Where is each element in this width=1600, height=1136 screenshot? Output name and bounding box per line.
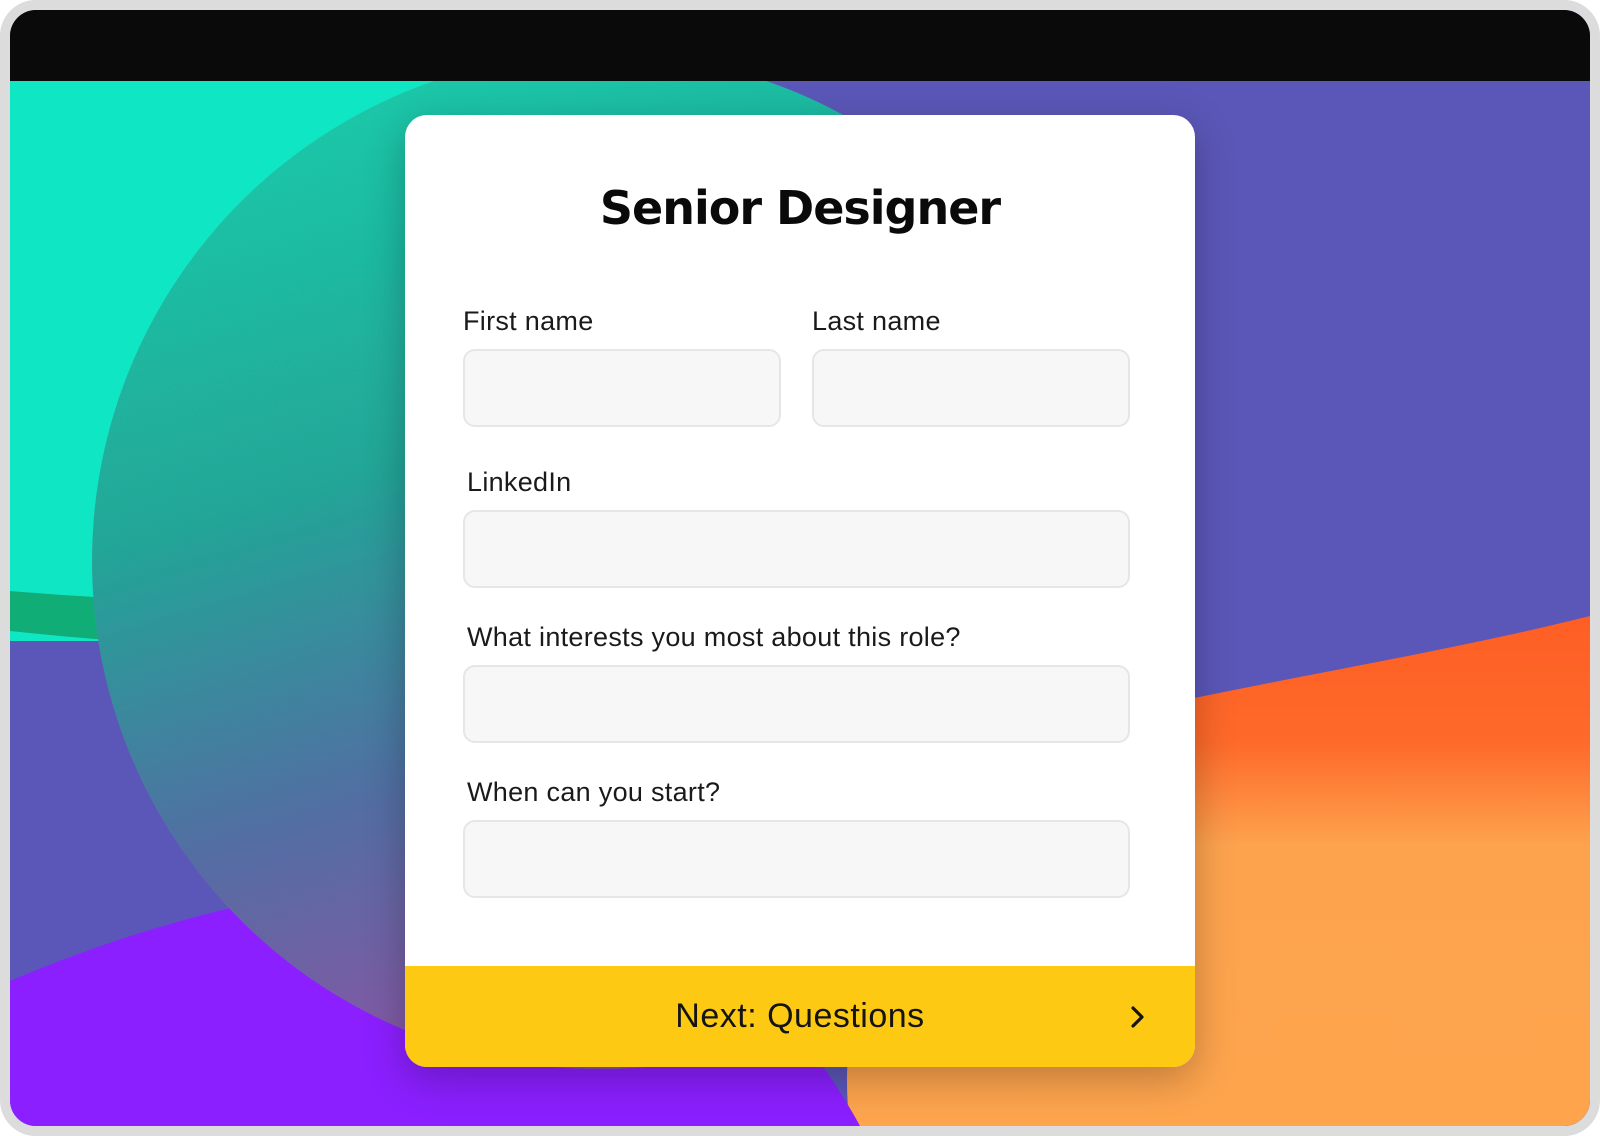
next-questions-button[interactable]: Next: Questions [405, 966, 1195, 1067]
last-name-input[interactable] [812, 349, 1130, 427]
next-button-label: Next: Questions [675, 997, 925, 1035]
top-bar [10, 10, 1590, 81]
application-form-card: Senior Designer First name Last name Lin… [405, 115, 1195, 1067]
last-name-label: Last name [812, 306, 941, 336]
app-window: Senior Designer First name Last name Lin… [0, 0, 1600, 1136]
chevron-right-icon [1131, 1006, 1144, 1028]
linkedin-label: LinkedIn [467, 467, 572, 497]
start-date-input[interactable] [463, 820, 1130, 898]
linkedin-input[interactable] [463, 510, 1130, 588]
page-title: Senior Designer [599, 181, 1001, 235]
first-name-label: First name [463, 306, 594, 336]
first-name-input[interactable] [463, 349, 781, 427]
interest-label: What interests you most about this role? [467, 622, 961, 652]
start-date-label: When can you start? [467, 777, 721, 807]
interest-input[interactable] [463, 665, 1130, 743]
